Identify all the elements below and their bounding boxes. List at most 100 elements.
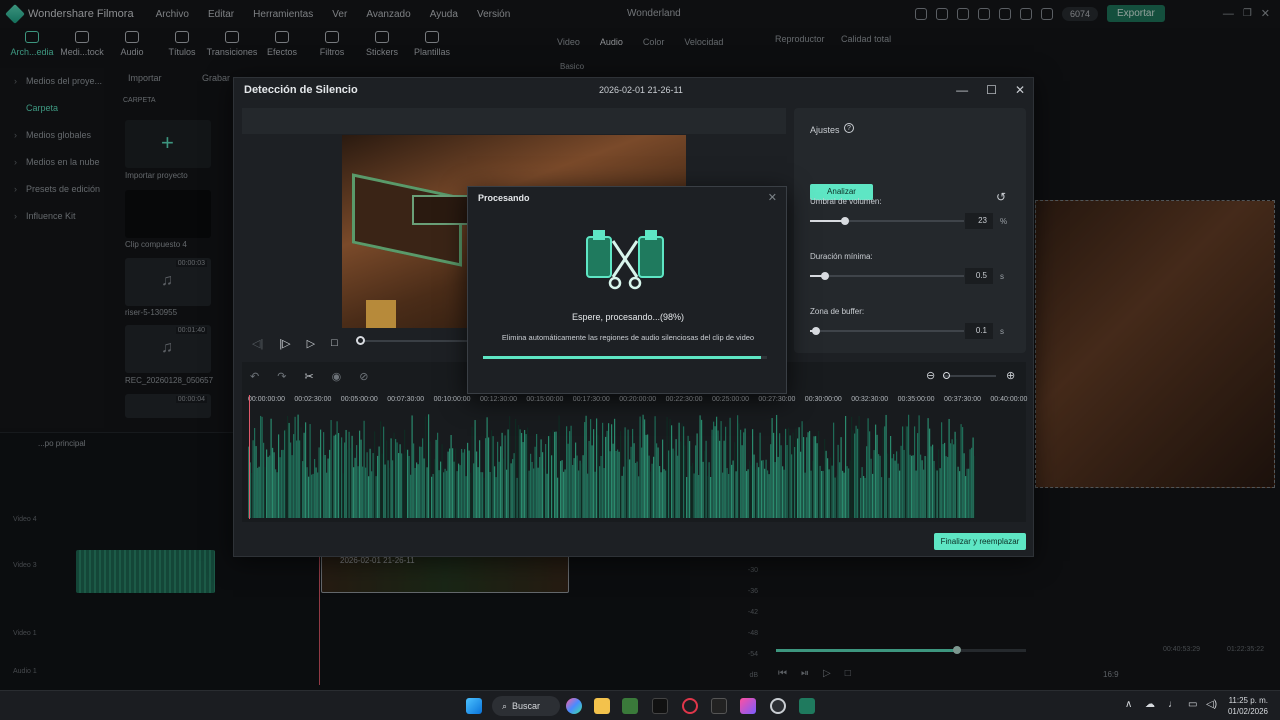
- waveform-bar: [477, 467, 479, 518]
- prev-frame-icon[interactable]: ◁|: [252, 337, 263, 350]
- waveform-bar: [890, 435, 892, 518]
- tiktok-icon[interactable]: [652, 698, 668, 714]
- waveform-bar: [807, 432, 809, 518]
- waveform-bar: [563, 471, 565, 518]
- waveform-playhead[interactable]: [249, 395, 250, 519]
- tray-chevron-icon[interactable]: ∧: [1125, 699, 1132, 710]
- waveform-bar: [494, 466, 496, 518]
- finish-replace-button[interactable]: Finalizar y reemplazar: [934, 533, 1026, 550]
- tray-cloud-icon[interactable]: ☁: [1145, 699, 1155, 710]
- zoom-knob[interactable]: [943, 372, 950, 379]
- waveform-bar: [600, 455, 602, 518]
- waveform-bar: [434, 458, 436, 518]
- waveform-bar: [588, 440, 590, 518]
- waveform-bar: [584, 422, 586, 518]
- waveform-bar: [320, 429, 322, 518]
- taskbar-search[interactable]: ⌕ Buscar: [492, 696, 560, 716]
- search-icon: ⌕: [502, 700, 508, 711]
- audio-waveform[interactable]: [248, 414, 975, 518]
- waveform-bar: [461, 448, 463, 518]
- undo-icon[interactable]: ↶: [250, 370, 259, 383]
- waveform-bar: [413, 443, 415, 518]
- slider-knob[interactable]: [812, 327, 821, 335]
- zoom-in-icon[interactable]: ⊕: [1006, 369, 1015, 382]
- buffer-zone-value[interactable]: 0.1: [965, 323, 993, 339]
- min-duration-value[interactable]: 0.5: [965, 268, 993, 284]
- waveform-bar: [648, 455, 650, 518]
- slider-knob[interactable]: [821, 272, 830, 280]
- windows-start-icon[interactable]: [466, 698, 482, 714]
- redo-icon[interactable]: ↷: [277, 370, 286, 383]
- min-duration-slider[interactable]: [810, 272, 964, 280]
- tray-network-icon[interactable]: ▭: [1188, 699, 1197, 710]
- time-ruler[interactable]: 00:00:00:00 00:02:30:00 00:05:00:00 00:07:3…: [248, 396, 1027, 410]
- app-icon[interactable]: [740, 698, 756, 714]
- close-icon[interactable]: ✕: [768, 191, 777, 204]
- waveform-bar: [713, 421, 715, 518]
- waveform-bar: [863, 475, 865, 518]
- waveform-bar: [869, 431, 871, 518]
- eye-icon[interactable]: ◉: [332, 370, 342, 383]
- waveform-bar: [366, 452, 368, 518]
- waveform-bar: [507, 429, 509, 518]
- app-icon[interactable]: [770, 698, 786, 714]
- buffer-zone-slider[interactable]: [810, 327, 964, 335]
- waveform-bar: [489, 471, 491, 518]
- waveform-bar: [269, 455, 271, 518]
- reset-icon[interactable]: ↺: [996, 190, 1006, 204]
- slider-knob[interactable]: [356, 336, 365, 345]
- stop-icon[interactable]: □: [331, 337, 338, 349]
- zoom-slider[interactable]: [944, 375, 996, 377]
- file-explorer-icon[interactable]: [594, 698, 610, 714]
- minecraft-icon[interactable]: [622, 698, 638, 714]
- dialog-progress-slider[interactable]: [356, 336, 470, 345]
- copilot-icon[interactable]: [566, 698, 582, 714]
- waveform-bar: [450, 434, 452, 518]
- waveform-bar: [930, 446, 932, 518]
- waveform-bar: [725, 426, 727, 518]
- hide-icon[interactable]: ⊘: [359, 370, 368, 383]
- capcut-icon[interactable]: [711, 698, 727, 714]
- scissors-icon[interactable]: ✂: [304, 370, 313, 383]
- waveform-bar: [800, 451, 802, 518]
- processing-message: Espere, procesando...(98%): [571, 312, 685, 322]
- waveform-bar: [906, 426, 908, 518]
- waveform-bar: [684, 445, 686, 518]
- waveform-bar: [662, 439, 664, 518]
- volume-threshold-value[interactable]: 23: [965, 213, 993, 229]
- taskbar-clock[interactable]: 11:25 p. m. 01/02/2026: [1228, 695, 1268, 717]
- waveform-bar: [395, 439, 397, 518]
- help-icon[interactable]: ?: [844, 123, 854, 133]
- clock-date: 01/02/2026: [1227, 707, 1268, 716]
- waveform-bar: [722, 472, 724, 518]
- waveform-bar: [615, 450, 617, 518]
- waveform-bar: [843, 472, 845, 518]
- waveform-bar: [842, 470, 844, 518]
- slider-knob[interactable]: [841, 217, 850, 225]
- waveform-bar: [578, 470, 580, 518]
- waveform-bar: [371, 471, 373, 518]
- minimize-icon[interactable]: —: [956, 83, 968, 97]
- waveform-bar: [753, 454, 755, 518]
- waveform-bar: [897, 463, 899, 518]
- waveform-bar: [783, 469, 785, 518]
- volume-threshold-slider[interactable]: [810, 217, 964, 225]
- maximize-icon[interactable]: ☐: [986, 83, 997, 97]
- waveform-bar: [326, 472, 328, 518]
- waveform-bar: [635, 462, 637, 518]
- waveform-bar: [569, 431, 571, 518]
- waveform-bar: [849, 460, 851, 518]
- close-icon[interactable]: ✕: [1015, 83, 1025, 97]
- waveform-bar: [329, 449, 331, 518]
- filmora-taskbar-icon[interactable]: [799, 698, 815, 714]
- play-pause-icon[interactable]: |▷: [279, 337, 290, 350]
- tray-volume-icon[interactable]: ◁): [1206, 699, 1217, 710]
- play-icon[interactable]: ▷: [307, 337, 315, 350]
- waveform-bar: [669, 419, 671, 518]
- waveform-bar: [314, 459, 316, 518]
- search-label: Buscar: [512, 701, 541, 711]
- tray-mic-icon[interactable]: ♩: [1168, 699, 1178, 710]
- waveform-bar: [632, 428, 634, 518]
- zoom-out-icon[interactable]: ⊖: [926, 369, 935, 382]
- opera-icon[interactable]: [682, 698, 698, 714]
